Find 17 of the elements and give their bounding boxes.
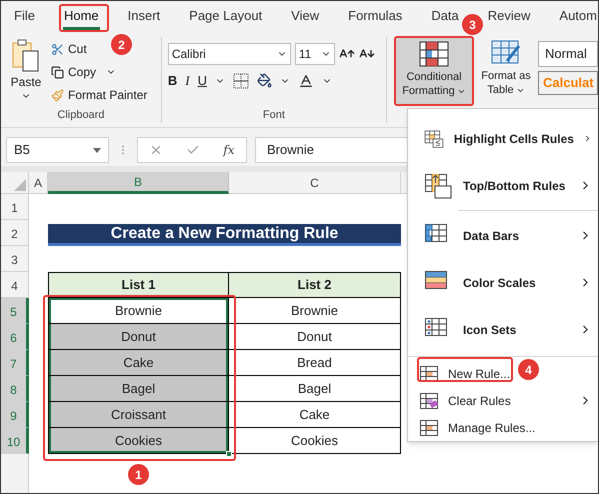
table-cell: Bagel [229,376,401,402]
group-label: Clipboard [56,108,106,122]
table-cell: Donut [48,324,229,350]
table-cell: Bagel [48,376,229,402]
table-cell: Croissant [48,402,229,428]
table-cell: Cookies [48,428,229,454]
table-header: List 2 [229,272,401,298]
table-cell: Brownie [48,298,229,324]
sheet-title-bar: Create a New Formatting Rule [48,224,401,246]
table-header: List 1 [48,272,229,298]
table-cell: Donut [229,324,401,350]
table-cell: Cookies [229,428,401,454]
table-cell: Brownie [229,298,401,324]
table-cell: Cake [48,350,229,376]
group-label: Font [262,108,286,122]
table-cell: Bread [229,350,401,376]
table-cell: Cake [229,402,401,428]
